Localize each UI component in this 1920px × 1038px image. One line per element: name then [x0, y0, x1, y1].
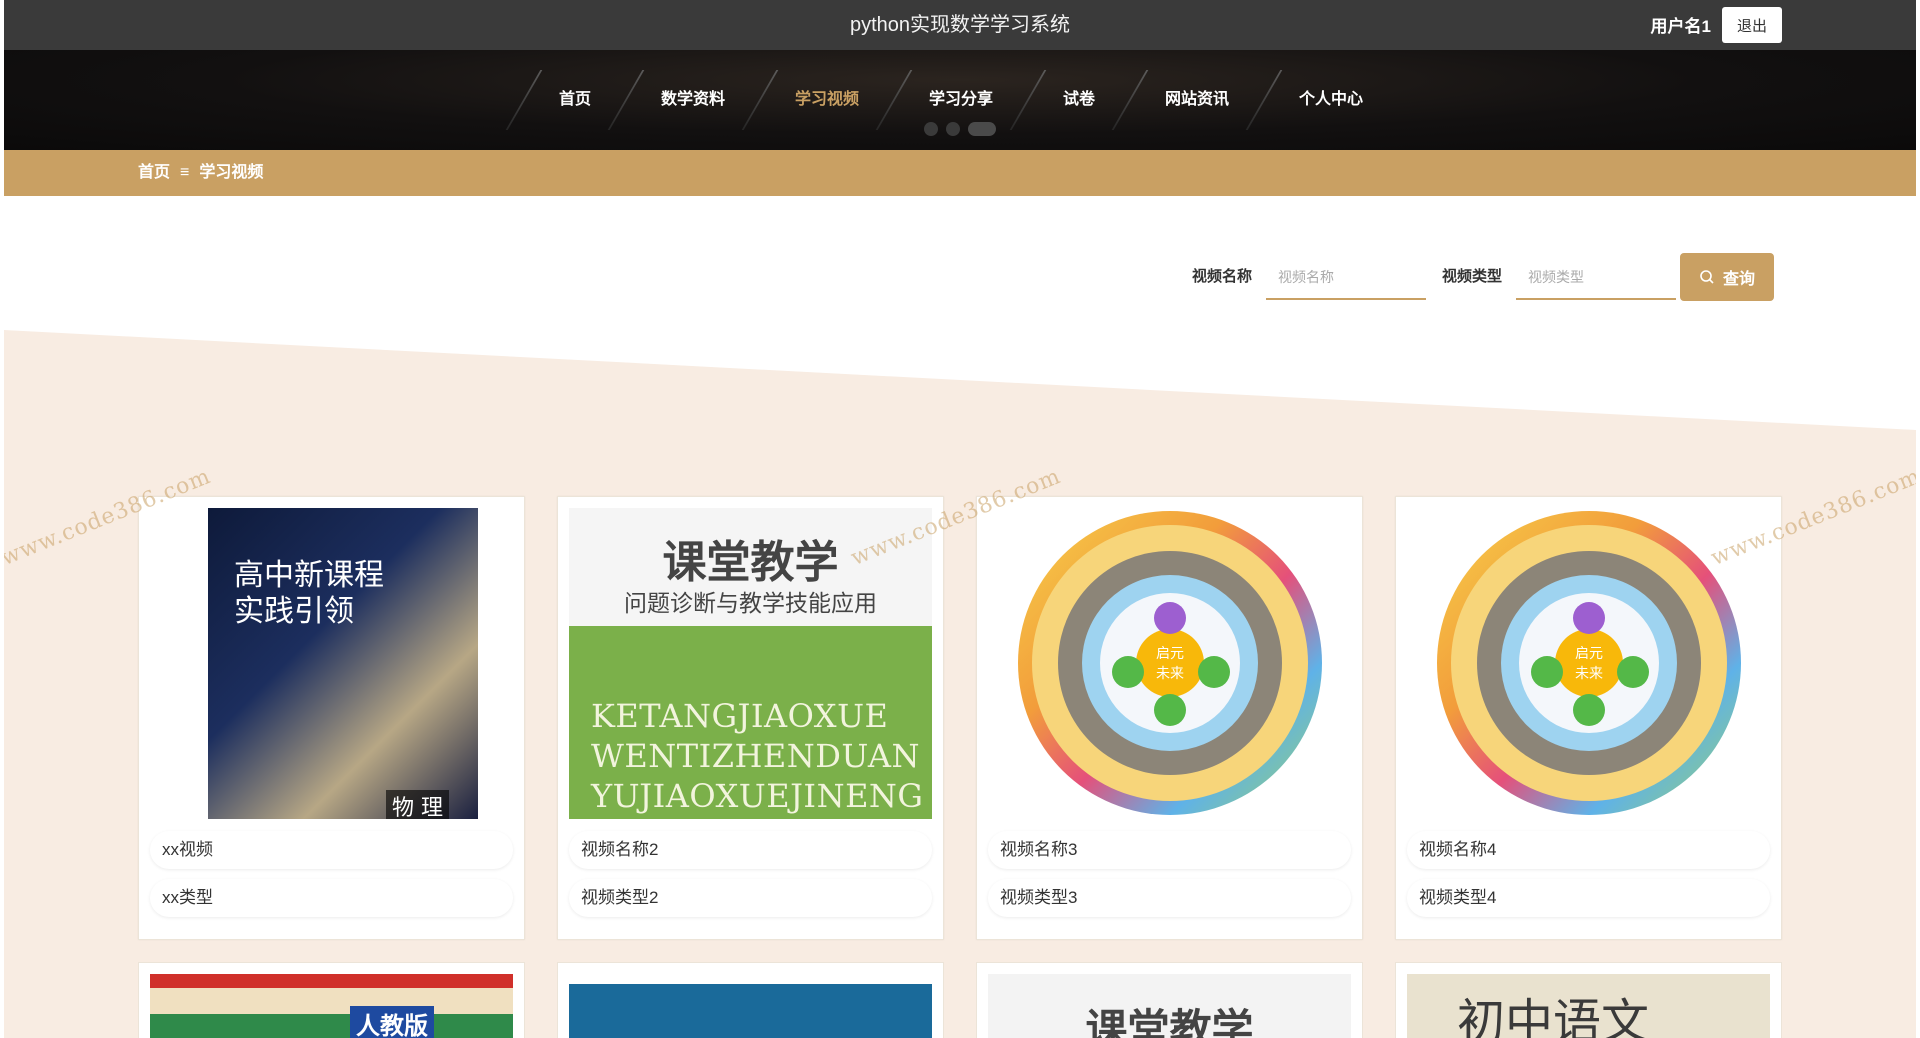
search-button[interactable]: 查询 [1680, 253, 1774, 301]
video-name: 视频名称2 [569, 831, 932, 869]
nav-item-news[interactable]: 网站资讯 [1131, 72, 1263, 128]
nav-item-study-share[interactable]: 学习分享 [895, 72, 1027, 128]
cover-wheel: 启元 未来 [988, 508, 1351, 819]
breadcrumb-separator-icon: ≡ [180, 164, 190, 181]
nav-item-profile[interactable]: 个人中心 [1265, 72, 1397, 128]
svg-text:未来: 未来 [1575, 666, 1603, 682]
cover-title: 课堂教学 [662, 537, 839, 588]
svg-text:启元: 启元 [1575, 646, 1603, 662]
video-name: 视频名称4 [1407, 831, 1770, 869]
cover-wheel: 启元 未来 [1407, 508, 1770, 819]
video-card[interactable]: 启元 未来 视频名称3 视频类型3 [976, 496, 1363, 940]
video-name: xx视频 [150, 831, 513, 869]
cover-class-teaching: 课堂教学 问题诊断与教学技能应用 KETANGJIAOXUE WENTIZHEN… [569, 508, 932, 819]
video-name: 视频名称3 [988, 831, 1351, 869]
video-type: 视频类型3 [988, 879, 1351, 917]
video-card[interactable]: 课堂教学 问题诊断与教学技能应用 KETANGJIAOXUE WENTIZHEN… [557, 496, 944, 940]
search-icon [1700, 270, 1714, 284]
cover-art [208, 508, 478, 819]
search-row: 视频名称 视频类型 查询 [4, 252, 1916, 302]
nav-item-math-materials[interactable]: 数学资料 [627, 72, 759, 128]
video-card[interactable] [557, 962, 944, 1038]
breadcrumb-bar: 首页 ≡ 学习视频 [4, 150, 1916, 196]
video-thumbnail[interactable]: 高中新课程 实践引领 物 理 [150, 508, 513, 819]
carousel-dot-active[interactable] [968, 122, 996, 136]
video-card[interactable]: 课堂教学 [976, 962, 1363, 1038]
video-card[interactable]: 高中新课程 实践引领 物 理 xx视频 xx类型 [138, 496, 525, 940]
svg-text:未来: 未来 [1156, 666, 1184, 682]
site-title: python实现数学学习系统 [849, 14, 1071, 36]
video-type: xx类型 [150, 879, 513, 917]
video-thumbnail[interactable]: 初中语文 [1407, 974, 1770, 1038]
video-card[interactable]: 启元 未来 视频名称4 视频类型4 [1395, 496, 1782, 940]
video-thumbnail[interactable]: 课堂教学 [988, 974, 1351, 1038]
user-name[interactable]: 用户名1 [1651, 12, 1711, 37]
nav-item-exam[interactable]: 试卷 [1029, 72, 1129, 128]
page-frame: python实现数学学习系统 用户名1 退出 首页 数学资料 学习视频 学习分享… [4, 0, 1916, 1038]
breadcrumb-home[interactable]: 首页 [138, 150, 170, 196]
top-bar: python实现数学学习系统 用户名1 退出 [4, 0, 1916, 50]
video-name-label: 视频名称 [1192, 268, 1253, 285]
video-type-input[interactable] [1516, 256, 1676, 300]
carousel-dots [924, 122, 996, 136]
video-card[interactable]: 人教版 [138, 962, 525, 1038]
cover-label: 人教版 [350, 1006, 434, 1038]
course-wheel-image: 启元 未来 [1436, 511, 1741, 815]
breadcrumb-current: 学习视频 [199, 164, 264, 181]
nav-item-study-videos[interactable]: 学习视频 [761, 72, 893, 128]
video-card[interactable]: 初中语文 [1395, 962, 1782, 1038]
nav-band: 首页 数学资料 学习视频 学习分享 试卷 网站资讯 个人中心 [4, 50, 1916, 150]
video-thumbnail[interactable] [569, 974, 932, 1038]
video-thumbnail[interactable]: 课堂教学 问题诊断与教学技能应用 KETANGJIAOXUE WENTIZHEN… [569, 508, 932, 819]
cover-subtitle: 问题诊断与教学技能应用 [624, 591, 877, 617]
cover-title: 课堂教学 [1085, 1005, 1254, 1038]
cover-subject: 物 理 [386, 790, 449, 819]
carousel-dot[interactable] [946, 122, 960, 136]
video-type: 视频类型2 [569, 879, 932, 917]
video-thumbnail[interactable]: 启元 未来 [1407, 508, 1770, 819]
nav-item-home[interactable]: 首页 [525, 72, 625, 128]
cover-pinyin: KETANGJIAOXUE WENTIZHENDUAN YUJIAOXUEJIN… [591, 697, 924, 815]
video-thumbnail[interactable]: 启元 未来 [988, 508, 1351, 819]
logout-button[interactable]: 退出 [1722, 7, 1782, 43]
main-nav: 首页 数学资料 学习视频 学习分享 试卷 网站资讯 个人中心 [4, 70, 1916, 130]
cover-title: 初中语文 [1457, 994, 1650, 1038]
svg-text:启元: 启元 [1156, 646, 1184, 662]
video-thumbnail[interactable]: 人教版 [150, 974, 513, 1038]
video-name-input[interactable] [1266, 256, 1426, 300]
video-type: 视频类型4 [1407, 879, 1770, 917]
search-button-label: 查询 [1722, 271, 1755, 288]
cover-title: 高中新课程 实践引领 [234, 558, 384, 629]
video-type-label: 视频类型 [1442, 268, 1503, 285]
cover-physics: 高中新课程 实践引领 物 理 [150, 508, 513, 819]
carousel-dot[interactable] [924, 122, 938, 136]
course-wheel-image: 启元 未来 [1017, 511, 1322, 815]
breadcrumb: 首页 ≡ 学习视频 [138, 150, 263, 196]
